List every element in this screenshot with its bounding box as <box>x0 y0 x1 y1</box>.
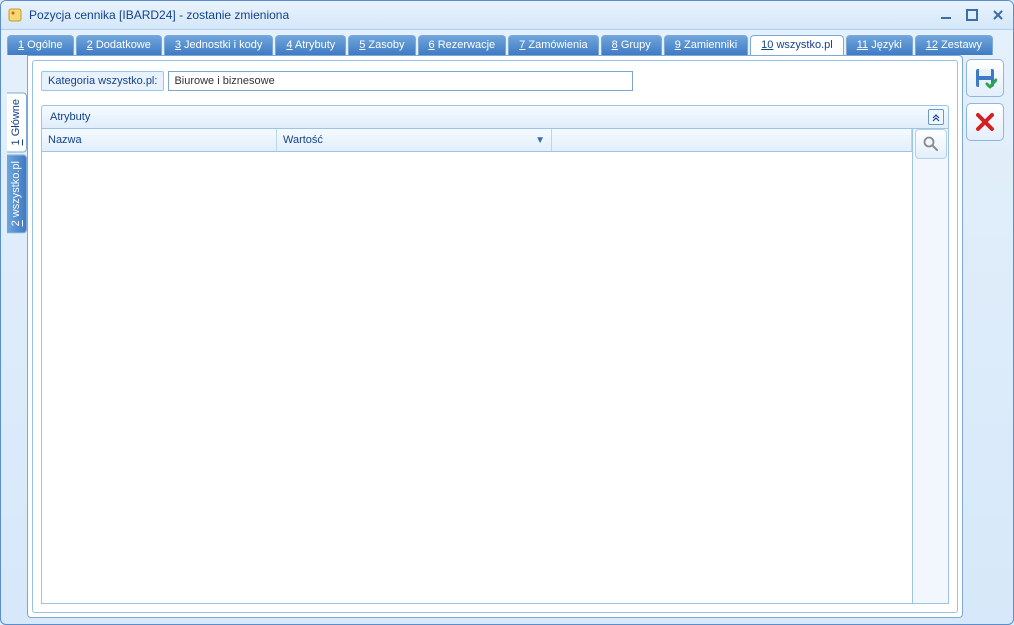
titlebar: Pozycja cennika [IBARD24] - zostanie zmi… <box>1 1 1013 30</box>
kategoria-input[interactable] <box>168 71 633 91</box>
right-toolbar <box>963 55 1007 618</box>
sort-indicator-icon: ▼ <box>535 135 545 146</box>
grid-wrap: Nazwa Wartość ▼ <box>41 129 949 604</box>
tab-jednostki-i-kody[interactable]: 3 Jednostki i kody <box>164 35 273 55</box>
grid-body[interactable] <box>42 152 912 603</box>
cancel-button[interactable] <box>966 103 1004 141</box>
grid-side-toolbar <box>912 129 948 603</box>
col-header-wartosc-label: Wartość <box>283 134 323 146</box>
collapse-button[interactable] <box>928 109 944 125</box>
tab-zestawy[interactable]: 12 Zestawy <box>915 35 993 55</box>
tab-atrybuty[interactable]: 4 Atrybuty <box>275 35 346 55</box>
tabbar: 1 Ogólne2 Dodatkowe3 Jednostki i kody4 A… <box>1 30 1013 55</box>
grid-header: Nazwa Wartość ▼ <box>42 129 912 152</box>
col-header-wartosc[interactable]: Wartość ▼ <box>277 129 552 151</box>
left-panel: 1 Główne2 wszystko.pl Kategoria wszystko… <box>7 55 963 618</box>
window: Pozycja cennika [IBARD24] - zostanie zmi… <box>0 0 1014 625</box>
grid-main: Nazwa Wartość ▼ <box>42 129 912 603</box>
tab-rezerwacje[interactable]: 6 Rezerwacje <box>418 35 507 55</box>
body-row: 1 Główne2 wszystko.pl Kategoria wszystko… <box>1 55 1013 624</box>
row-kategoria: Kategoria wszystko.pl: <box>41 71 949 91</box>
kategoria-label: Kategoria wszystko.pl: <box>41 71 164 91</box>
save-button[interactable] <box>966 59 1004 97</box>
vtab-g-wne[interactable]: 1 Główne <box>7 92 27 152</box>
col-header-nazwa[interactable]: Nazwa <box>42 129 277 151</box>
window-title: Pozycja cennika [IBARD24] - zostanie zmi… <box>29 8 937 22</box>
app-icon <box>7 7 23 23</box>
group-header: Atrybuty <box>41 105 949 129</box>
tab-wszystko-pl[interactable]: 10 wszystko.pl <box>750 35 844 55</box>
minimize-button[interactable] <box>937 8 955 22</box>
window-controls <box>937 8 1007 22</box>
tab-grupy[interactable]: 8 Grupy <box>601 35 662 55</box>
tab-zasoby[interactable]: 5 Zasoby <box>348 35 415 55</box>
vertical-tab-column: 1 Główne2 wszystko.pl <box>7 55 27 618</box>
group-title: Atrybuty <box>50 111 90 123</box>
tab-dodatkowe[interactable]: 2 Dodatkowe <box>76 35 162 55</box>
lookup-button[interactable] <box>915 129 947 159</box>
tab-zam-wienia[interactable]: 7 Zamówienia <box>508 35 598 55</box>
inner-panel: Kategoria wszystko.pl: Atrybuty <box>32 60 958 613</box>
vtab-wszystko-pl[interactable]: 2 wszystko.pl <box>7 154 27 233</box>
content-frame: Kategoria wszystko.pl: Atrybuty <box>27 55 963 618</box>
col-header-nazwa-label: Nazwa <box>48 134 82 146</box>
tab-zamienniki[interactable]: 9 Zamienniki <box>664 35 748 55</box>
tab-j-zyki[interactable]: 11 Języki <box>846 35 913 55</box>
col-header-empty[interactable] <box>552 129 912 151</box>
close-button[interactable] <box>989 8 1007 22</box>
group-atrybuty: Atrybuty <box>41 105 949 604</box>
maximize-button[interactable] <box>963 8 981 22</box>
tab-og-lne[interactable]: 1 Ogólne <box>7 35 74 55</box>
